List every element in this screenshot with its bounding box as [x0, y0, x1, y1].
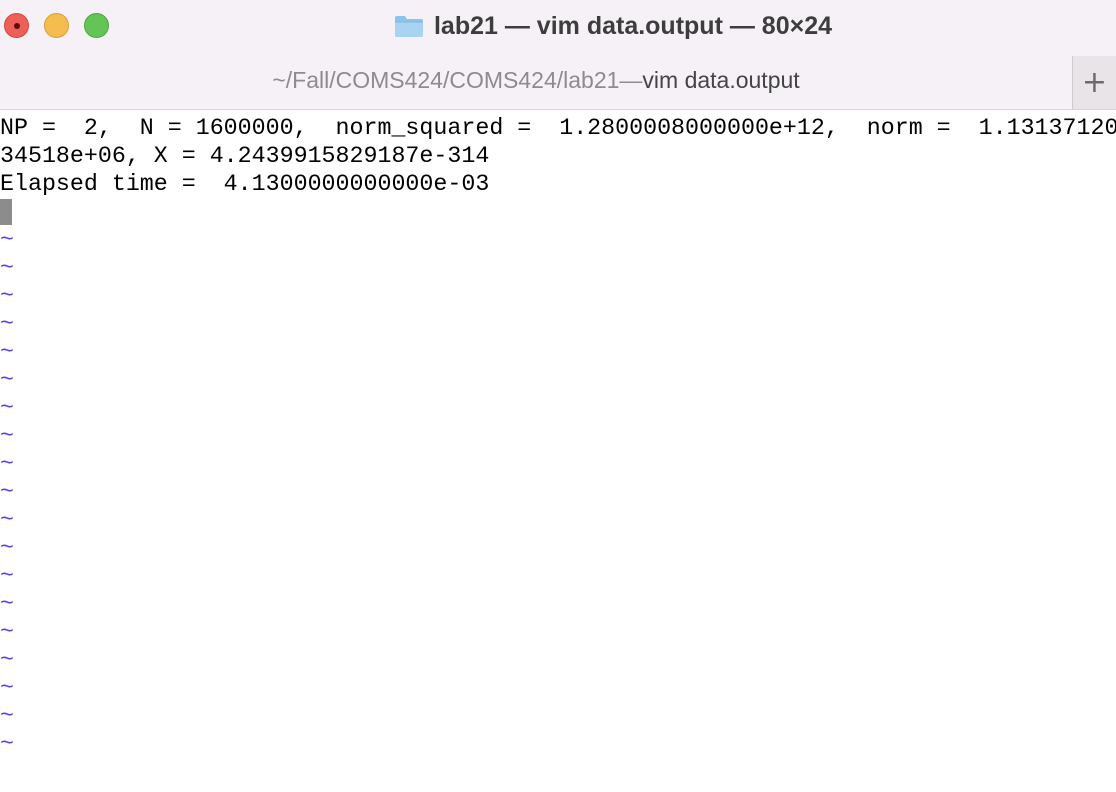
tab-command: vim data.output	[642, 67, 800, 93]
empty-line-marker: ~	[0, 591, 14, 617]
terminal-window: lab21 — vim data.output — 80×24 ~/Fall/C…	[0, 0, 1116, 792]
empty-line-marker: ~	[0, 311, 14, 337]
empty-line-marker: ~	[0, 647, 14, 673]
title-area: lab21 — vim data.output — 80×24	[0, 0, 1116, 52]
folder-icon	[394, 14, 424, 38]
empty-line-marker: ~	[0, 507, 14, 533]
empty-line-marker: ~	[0, 703, 14, 729]
buffer-line: Elapsed time = 4.1300000000000e-03	[0, 171, 490, 197]
tab-bar: ~/Fall/COMS424/COMS424/lab21 — vim data.…	[0, 52, 1116, 110]
empty-line-marker: ~	[0, 283, 14, 309]
buffer-line: 34518e+06, X = 4.2439915829187e-314	[0, 143, 490, 169]
empty-line-marker: ~	[0, 535, 14, 561]
vim-buffer[interactable]: NP = 2, N = 1600000, norm_squared = 1.28…	[0, 114, 1116, 792]
empty-line-marker: ~	[0, 675, 14, 701]
empty-line-marker: ~	[0, 479, 14, 505]
empty-line-marker: ~	[0, 619, 14, 645]
empty-line-marker: ~	[0, 367, 14, 393]
empty-line-marker: ~	[0, 255, 14, 281]
empty-line-marker: ~	[0, 731, 14, 757]
new-tab-button[interactable]: +	[1072, 56, 1116, 109]
title-bar[interactable]: lab21 — vim data.output — 80×24	[0, 0, 1116, 52]
text-cursor	[0, 199, 12, 225]
empty-line-marker: ~	[0, 227, 14, 253]
empty-line-marker: ~	[0, 563, 14, 589]
tab-separator: —	[619, 67, 643, 93]
title-group: lab21 — vim data.output — 80×24	[394, 12, 832, 41]
empty-line-marker: ~	[0, 451, 14, 477]
tab-path: ~/Fall/COMS424/COMS424/lab21	[272, 67, 620, 93]
empty-line-marker: ~	[0, 423, 14, 449]
tab-active[interactable]: ~/Fall/COMS424/COMS424/lab21 — vim data.…	[0, 52, 1072, 109]
empty-line-marker: ~	[0, 339, 14, 365]
plus-icon: +	[1081, 65, 1108, 100]
window-title: lab21 — vim data.output — 80×24	[433, 11, 833, 40]
buffer-line: NP = 2, N = 1600000, norm_squared = 1.28…	[0, 115, 1116, 141]
empty-line-marker: ~	[0, 395, 14, 421]
cursor-line	[0, 198, 1116, 226]
